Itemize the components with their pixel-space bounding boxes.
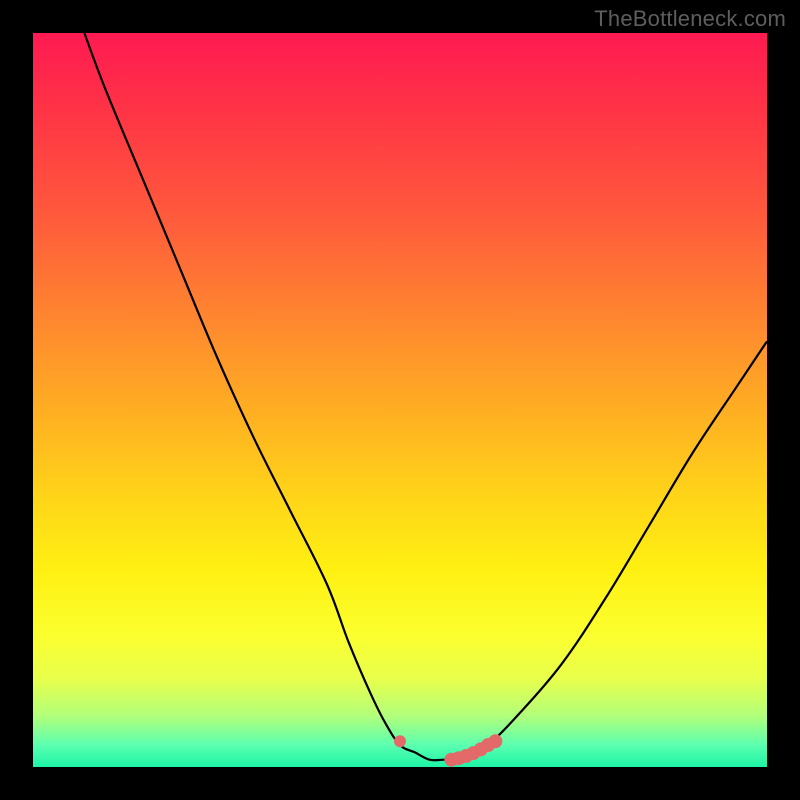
- bottleneck-curve-path: [84, 33, 767, 760]
- plot-area: [33, 33, 767, 767]
- chart-svg: [33, 33, 767, 767]
- watermark-text: TheBottleneck.com: [594, 6, 786, 32]
- chart-frame: TheBottleneck.com: [0, 0, 800, 800]
- highlight-dot: [488, 734, 502, 748]
- highlight-dot: [394, 735, 406, 747]
